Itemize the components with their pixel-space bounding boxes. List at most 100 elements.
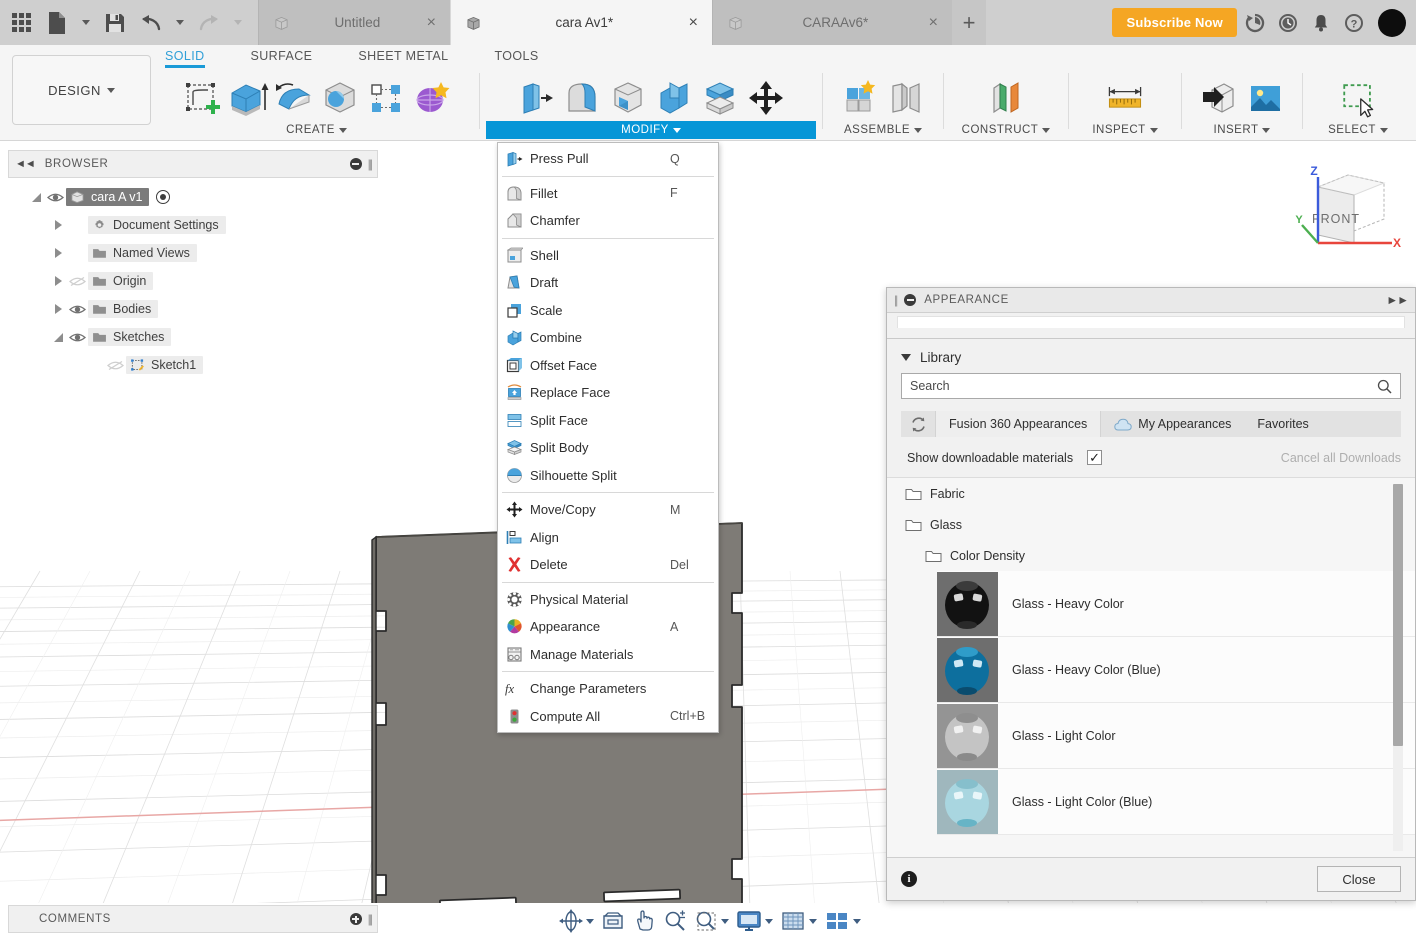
grid-snap-button[interactable]	[777, 906, 820, 936]
library-tab-fusion-360-appearances[interactable]: Fusion 360 Appearances	[935, 411, 1102, 437]
tree-node-named-views[interactable]: Named Views	[8, 242, 378, 264]
shell-button[interactable]	[606, 75, 650, 121]
cancel-downloads-button[interactable]: Cancel all Downloads	[1281, 451, 1401, 465]
document-tab-cara-av1[interactable]: cara Av1* ×	[450, 0, 712, 45]
zoom-button[interactable]	[660, 906, 690, 936]
menu-item-change-parameters[interactable]: fx Change Parameters	[498, 675, 718, 703]
menu-item-physical-material[interactable]: Physical Material	[498, 586, 718, 614]
search-input[interactable]	[910, 379, 1377, 393]
revolve-button[interactable]	[272, 75, 316, 121]
close-icon[interactable]: ×	[425, 14, 438, 31]
tab-tools[interactable]: TOOLS	[494, 47, 538, 68]
expand-right-icon[interactable]: ►►	[1386, 293, 1409, 307]
create-group-label[interactable]: CREATE	[160, 121, 473, 139]
menu-item-combine[interactable]: Combine	[498, 324, 718, 352]
plus-circle-icon[interactable]	[349, 913, 362, 925]
save-button[interactable]	[98, 1, 132, 45]
split-body-button[interactable]	[698, 75, 742, 121]
material-row[interactable]: Glass - Light Color (Blue)	[937, 769, 1415, 835]
new-file-dropdown[interactable]	[76, 1, 96, 45]
subscribe-button[interactable]: Subscribe Now	[1112, 8, 1237, 37]
help-button[interactable]: ?	[1339, 8, 1369, 38]
activate-component-radio[interactable]	[156, 190, 171, 204]
grip-icon[interactable]: |||	[368, 157, 374, 171]
menu-item-split-face[interactable]: Split Face	[498, 407, 718, 435]
tree-node-document-settings[interactable]: Document Settings	[8, 214, 378, 236]
material-row[interactable]: Glass - Light Color	[937, 703, 1415, 769]
collapse-left-icon[interactable]: ◄◄	[15, 158, 36, 170]
refresh-button[interactable]	[901, 411, 935, 437]
visibility-eye-icon[interactable]	[66, 304, 88, 315]
twisty-closed-icon[interactable]	[50, 248, 66, 258]
workspace-switcher-button[interactable]: DESIGN	[12, 55, 151, 125]
construct-group-label[interactable]: CONSTRUCT	[950, 121, 1062, 139]
joint-button[interactable]	[884, 75, 928, 121]
menu-item-silhouette-split[interactable]: Silhouette Split	[498, 462, 718, 490]
sweep-button[interactable]	[318, 75, 362, 121]
offset-plane-button[interactable]	[984, 75, 1028, 121]
document-tab-untitled[interactable]: Untitled ×	[258, 0, 450, 45]
tree-node-cara-a-v1[interactable]: cara A v1	[8, 186, 378, 208]
appearance-library-list[interactable]: Fabric Glass Color Density Glass - Heavy…	[887, 477, 1415, 857]
tab-solid[interactable]: SOLID	[165, 47, 205, 68]
menu-item-split-body[interactable]: Split Body	[498, 434, 718, 462]
appearance-list-scrollbar[interactable]	[1393, 484, 1403, 851]
tree-node-sketch1[interactable]: Sketch1	[8, 354, 378, 376]
view-cube[interactable]: FRONT Z X Y	[1292, 163, 1402, 263]
grip-icon[interactable]: ||	[894, 293, 898, 307]
library-tab-favorites[interactable]: Favorites	[1244, 411, 1321, 437]
minus-circle-icon[interactable]	[904, 294, 917, 306]
press-pull-button[interactable]	[514, 75, 558, 121]
zoom-window-button[interactable]	[691, 906, 732, 936]
move-copy-button[interactable]	[744, 75, 788, 121]
info-icon[interactable]: i	[901, 871, 917, 887]
select-window-button[interactable]	[1336, 75, 1380, 121]
tab-surface[interactable]: SURFACE	[251, 47, 313, 68]
twisty-closed-icon[interactable]	[50, 304, 66, 314]
apps-grid-button[interactable]	[4, 1, 38, 45]
twisty-open-icon[interactable]	[50, 332, 66, 342]
notifications-button[interactable]	[1306, 8, 1336, 38]
display-settings-button[interactable]	[733, 906, 776, 936]
downloadable-checkbox[interactable]: ✓	[1087, 450, 1103, 465]
twisty-closed-icon[interactable]	[50, 220, 66, 230]
job-status-button[interactable]	[1273, 8, 1303, 38]
library-folder-color-density[interactable]: Color Density	[887, 540, 1415, 571]
refresh-pie-button[interactable]	[1240, 8, 1270, 38]
library-folder-glass[interactable]: Glass	[887, 509, 1415, 540]
orbit-button[interactable]	[556, 906, 597, 936]
menu-item-delete[interactable]: Delete Del	[498, 551, 718, 579]
menu-item-align[interactable]: Align	[498, 524, 718, 552]
undo-button[interactable]	[134, 1, 168, 45]
undo-dropdown[interactable]	[170, 1, 190, 45]
library-folder-fabric[interactable]: Fabric	[887, 478, 1415, 509]
menu-item-scale[interactable]: Scale	[498, 297, 718, 325]
create-sketch-button[interactable]	[180, 75, 224, 121]
tree-node-bodies[interactable]: Bodies	[8, 298, 378, 320]
avatar[interactable]	[1378, 8, 1406, 37]
menu-item-offset-face[interactable]: Offset Face	[498, 352, 718, 380]
insert-group-label[interactable]: INSERT	[1188, 121, 1296, 139]
inspect-group-label[interactable]: INSPECT	[1075, 121, 1175, 139]
extrude-button[interactable]	[226, 75, 270, 121]
menu-item-fillet[interactable]: Fillet F	[498, 180, 718, 208]
assemble-group-label[interactable]: ASSEMBLE	[829, 121, 937, 139]
library-tab-my-appearances[interactable]: My Appearances	[1101, 411, 1244, 437]
tree-node-sketches[interactable]: Sketches	[8, 326, 378, 348]
tab-sheet-metal[interactable]: SHEET METAL	[358, 47, 448, 68]
visibility-eye-icon[interactable]	[44, 192, 66, 203]
insert-image-button[interactable]	[1243, 75, 1287, 121]
search-box[interactable]	[901, 373, 1401, 399]
redo-dropdown[interactable]	[228, 1, 248, 45]
add-tab-button[interactable]: +	[952, 0, 986, 45]
visibility-eye-hidden-icon[interactable]	[104, 360, 126, 371]
menu-item-manage-materials[interactable]: Manage Materials	[498, 641, 718, 669]
library-section-header[interactable]: Library	[887, 339, 1415, 373]
fillet-button[interactable]	[560, 75, 604, 121]
menu-item-chamfer[interactable]: Chamfer	[498, 207, 718, 235]
look-at-button[interactable]	[598, 906, 628, 936]
close-icon[interactable]: ×	[927, 14, 940, 31]
twisty-closed-icon[interactable]	[50, 276, 66, 286]
material-row[interactable]: Glass - Heavy Color	[937, 571, 1415, 637]
visibility-eye-icon[interactable]	[66, 332, 88, 343]
